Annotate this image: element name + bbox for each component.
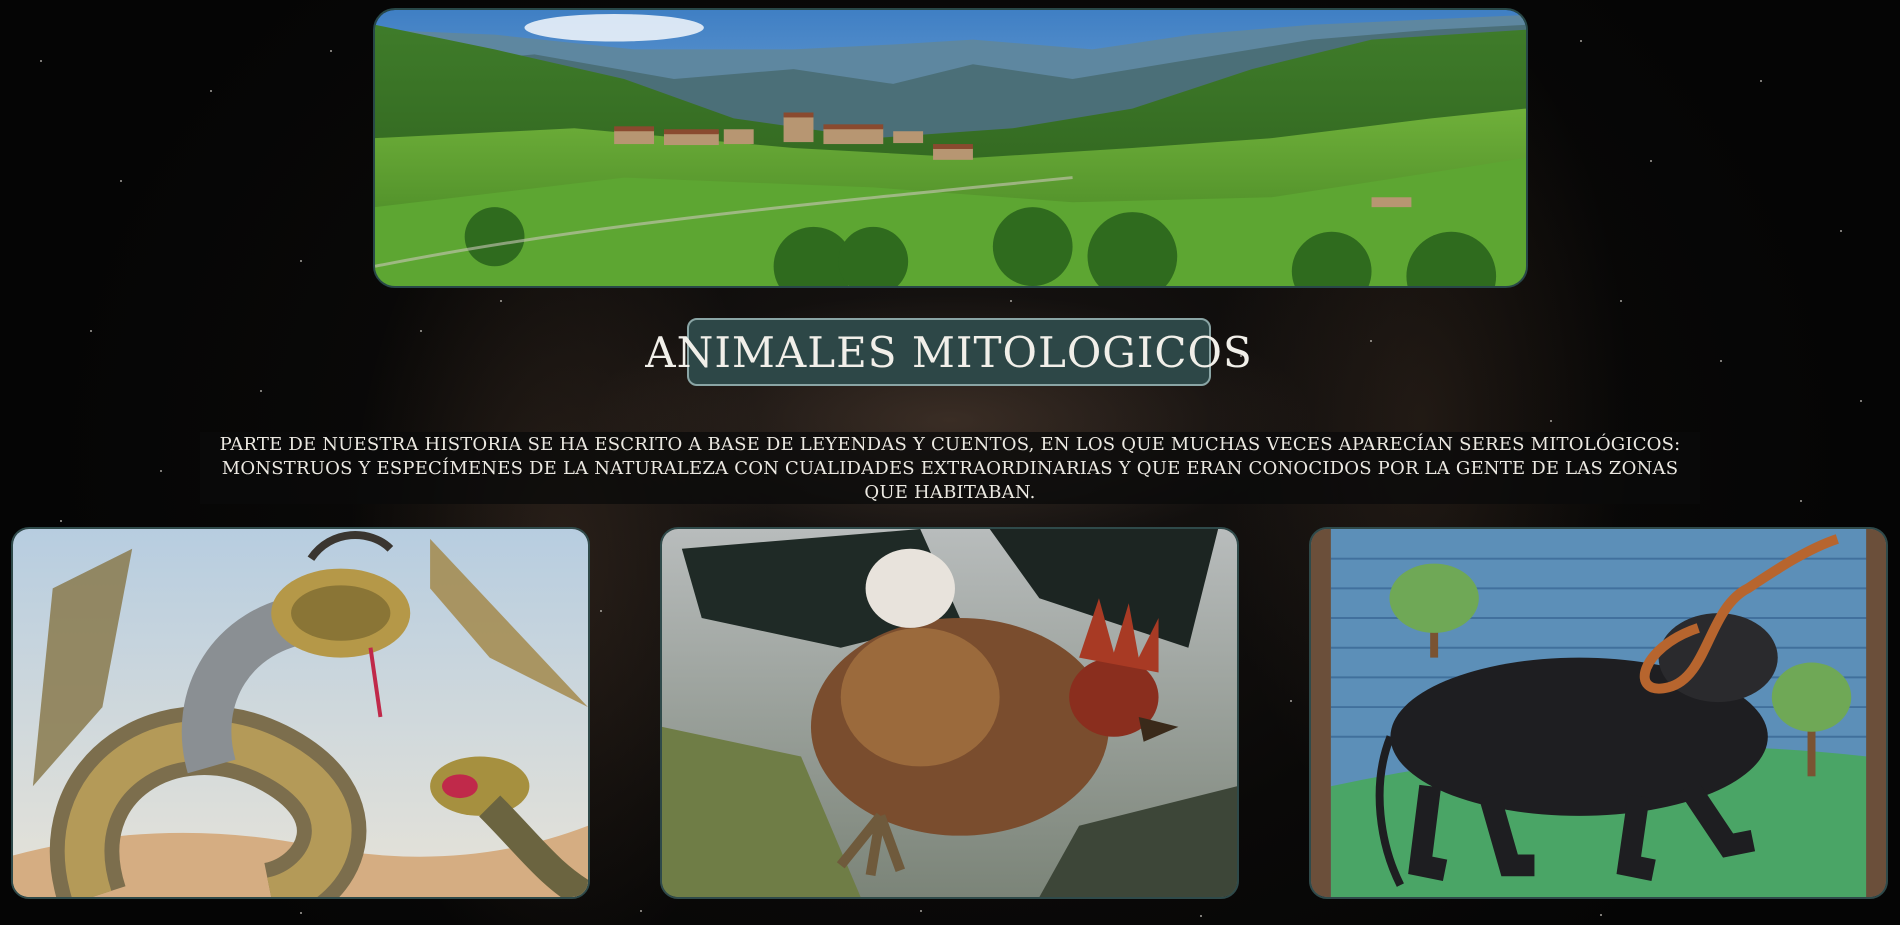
- intro-panel: PARTE DE NUESTRA HISTORIA SE HA ESCRITO …: [200, 432, 1700, 504]
- page-title: ANIMALES MITOLOGICOS: [645, 327, 1253, 377]
- horned-beast-image: [1309, 527, 1888, 899]
- rooster-beast-image: [660, 527, 1239, 899]
- page-title-box: ANIMALES MITOLOGICOS: [645, 318, 1252, 386]
- hero-landscape-image: [373, 8, 1528, 288]
- serpent-dragon-image: [11, 527, 590, 899]
- intro-text: PARTE DE NUESTRA HISTORIA SE HA ESCRITO …: [219, 434, 1681, 503]
